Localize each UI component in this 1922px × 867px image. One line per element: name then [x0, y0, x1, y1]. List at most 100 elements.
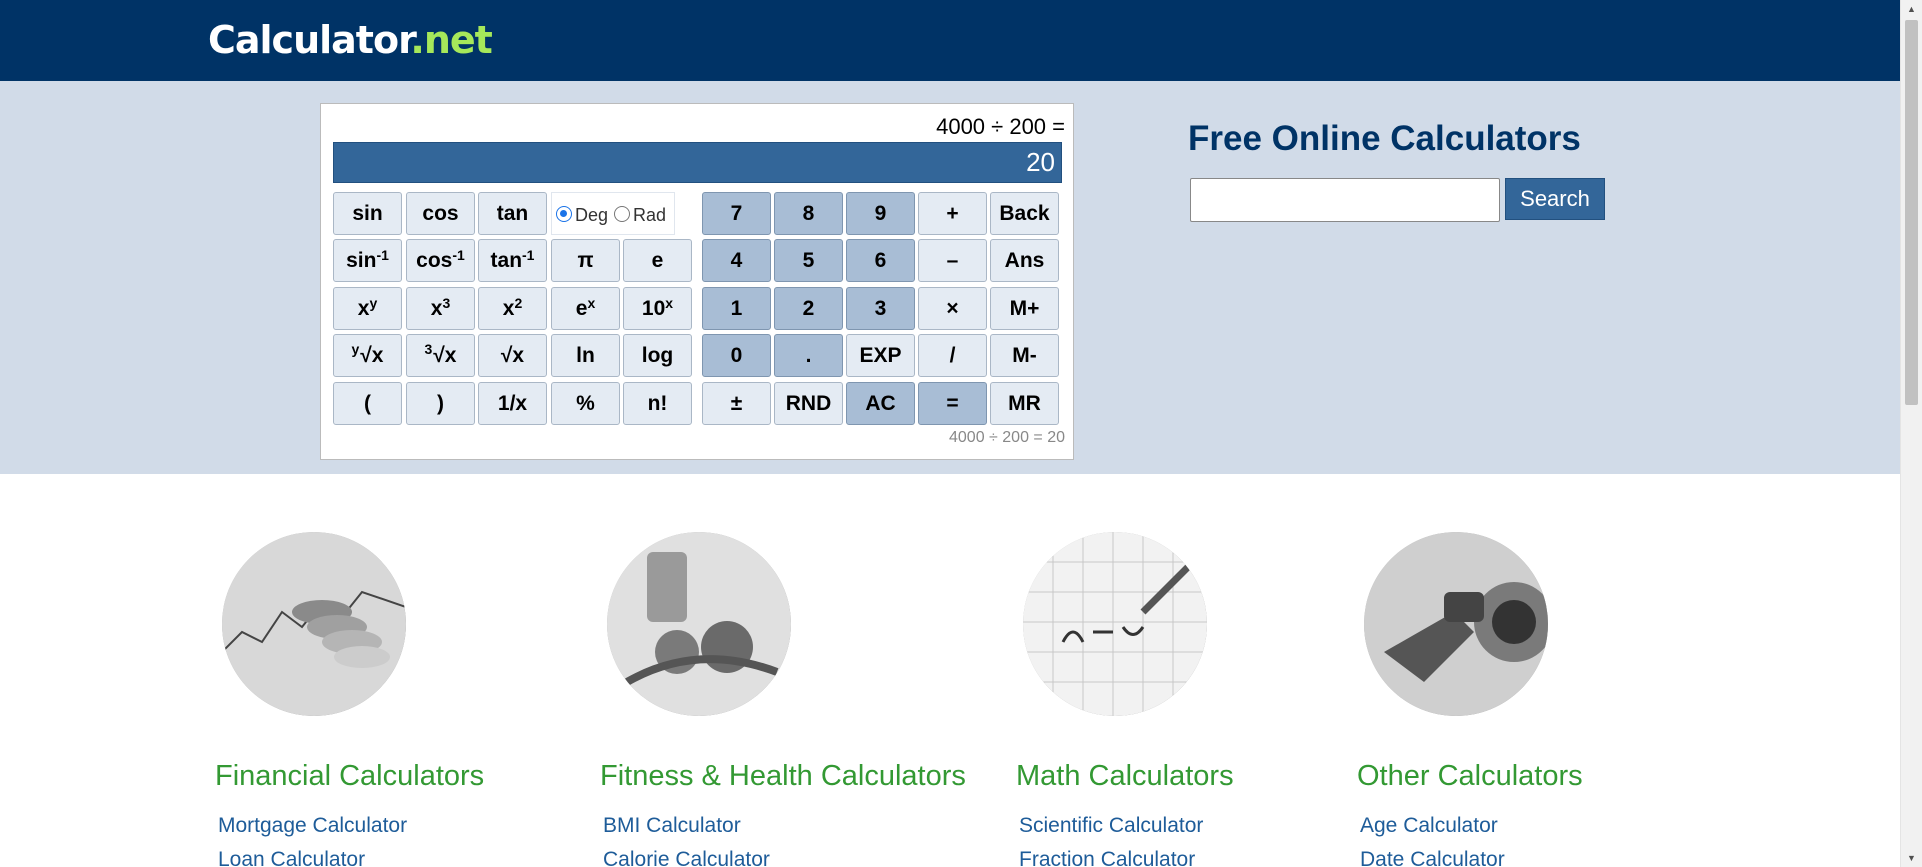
food-tape-illustration	[607, 532, 791, 716]
sin-button[interactable]: sin	[333, 192, 402, 235]
angle-mode-selector: Deg Rad	[551, 192, 675, 235]
left-paren-button[interactable]: (	[333, 382, 402, 425]
calc-history: 4000 ÷ 200 = 20	[949, 429, 1065, 446]
plus-minus-button[interactable]: ±	[702, 382, 771, 425]
factorial-button[interactable]: n!	[623, 382, 692, 425]
category-link[interactable]: Age Calculator	[1360, 814, 1498, 838]
random-button[interactable]: RND	[774, 382, 843, 425]
ln-button[interactable]: ln	[551, 334, 620, 377]
category-math: Math Calculators Scientific Calculator F…	[1016, 532, 1234, 867]
right-paren-button[interactable]: )	[406, 382, 475, 425]
coins-chart-illustration	[222, 532, 406, 716]
ans-button[interactable]: Ans	[990, 239, 1059, 282]
plus-button[interactable]: +	[918, 192, 987, 235]
financial-category-image[interactable]	[222, 532, 406, 716]
exp-e-button[interactable]: ex	[551, 287, 620, 330]
acos-exp: -1	[452, 246, 465, 263]
back-button[interactable]: Back	[990, 192, 1059, 235]
digit-1-button[interactable]: 1	[702, 287, 771, 330]
calc-expression: 4000 ÷ 200 =	[936, 114, 1065, 139]
digit-2-button[interactable]: 2	[774, 287, 843, 330]
asin-button[interactable]: sin -1	[333, 239, 402, 282]
divide-button[interactable]: /	[918, 334, 987, 377]
scroll-up-icon[interactable]: ▲	[1901, 0, 1922, 18]
tan-button[interactable]: tan	[478, 192, 547, 235]
memory-plus-button[interactable]: M+	[990, 287, 1059, 330]
rad-label: Rad	[633, 205, 667, 225]
x3-exp: 3	[442, 294, 451, 311]
category-link[interactable]: Calorie Calculator	[603, 848, 770, 867]
math-category-image[interactable]	[1023, 532, 1207, 716]
search-input[interactable]	[1190, 178, 1500, 222]
nth-root-button[interactable]: y √x	[333, 334, 402, 377]
category-title[interactable]: Math Calculators	[1016, 760, 1234, 793]
asin-exp: -1	[376, 246, 389, 263]
search-button[interactable]: Search	[1505, 178, 1605, 220]
category-link[interactable]: Fraction Calculator	[1019, 848, 1195, 867]
fitness-category-image[interactable]	[607, 532, 791, 716]
category-link[interactable]: Mortgage Calculator	[218, 814, 407, 838]
percent-button[interactable]: %	[551, 382, 620, 425]
category-title[interactable]: Other Calculators	[1357, 760, 1583, 793]
deg-radio[interactable]	[556, 205, 572, 222]
other-category-image[interactable]	[1364, 532, 1548, 716]
x2-exp: 2	[514, 294, 523, 311]
digit-9-button[interactable]: 9	[846, 192, 915, 235]
category-title[interactable]: Financial Calculators	[215, 760, 484, 793]
digit-0-button[interactable]: 0	[702, 334, 771, 377]
category-link[interactable]: Scientific Calculator	[1019, 814, 1203, 838]
pi-button[interactable]: π	[551, 239, 620, 282]
category-other: Other Calculators Age Calculator Date Ca…	[1357, 532, 1583, 867]
scroll-down-icon[interactable]: ▼	[1901, 849, 1922, 867]
category-link[interactable]: Loan Calculator	[218, 848, 365, 867]
memory-minus-button[interactable]: M-	[990, 334, 1059, 377]
e-button[interactable]: e	[623, 239, 692, 282]
page-title: Free Online Calculators	[1188, 119, 1581, 158]
exp-button[interactable]: EXP	[846, 334, 915, 377]
equals-button[interactable]: =	[918, 382, 987, 425]
deg-label: Deg	[575, 205, 609, 225]
site-header: Calculator.net	[0, 0, 1900, 81]
digit-8-button[interactable]: 8	[774, 192, 843, 235]
power-button[interactable]: xy	[333, 287, 402, 330]
digit-4-button[interactable]: 4	[702, 239, 771, 282]
reciprocal-button[interactable]: 1/x	[478, 382, 547, 425]
ex-base: e	[575, 296, 588, 320]
category-title[interactable]: Fitness & Health Calculators	[600, 760, 966, 793]
decimal-button[interactable]: .	[774, 334, 843, 377]
rad-radio[interactable]	[614, 205, 631, 222]
cube-root-button[interactable]: 3 √x	[406, 334, 475, 377]
sqrt-button[interactable]: √x	[478, 334, 547, 377]
vertical-scrollbar[interactable]: ▲ ▼	[1900, 0, 1922, 867]
digit-5-button[interactable]: 5	[774, 239, 843, 282]
yroot-pre: y	[351, 340, 360, 357]
tenx-base: 10	[641, 296, 666, 320]
tenx-exp: x	[665, 294, 674, 311]
x2-base: x	[502, 296, 515, 320]
xy-exp: y	[369, 294, 378, 311]
all-clear-button[interactable]: AC	[846, 382, 915, 425]
atan-button[interactable]: tan -1	[478, 239, 547, 282]
category-financial: Financial Calculators Mortgage Calculato…	[215, 532, 484, 867]
scroll-thumb[interactable]	[1905, 20, 1918, 405]
atan-base: tan	[490, 248, 523, 272]
memory-recall-button[interactable]: MR	[990, 382, 1059, 425]
category-link[interactable]: BMI Calculator	[603, 814, 741, 838]
category-link[interactable]: Date Calculator	[1360, 848, 1505, 867]
asin-base: sin	[346, 248, 377, 272]
digit-6-button[interactable]: 6	[846, 239, 915, 282]
square-button[interactable]: x2	[478, 287, 547, 330]
acos-button[interactable]: cos -1	[406, 239, 475, 282]
digit-3-button[interactable]: 3	[846, 287, 915, 330]
multiply-button[interactable]: ×	[918, 287, 987, 330]
digit-7-button[interactable]: 7	[702, 192, 771, 235]
cos-button[interactable]: cos	[406, 192, 475, 235]
cuberoot-main: √x	[433, 343, 457, 367]
site-logo[interactable]: Calculator.net	[208, 18, 493, 62]
cube-button[interactable]: x3	[406, 287, 475, 330]
log-button[interactable]: log	[623, 334, 692, 377]
xy-base: x	[357, 296, 370, 320]
atan-exp: -1	[522, 246, 535, 263]
ten-power-button[interactable]: 10 x	[623, 287, 692, 330]
minus-button[interactable]: –	[918, 239, 987, 282]
